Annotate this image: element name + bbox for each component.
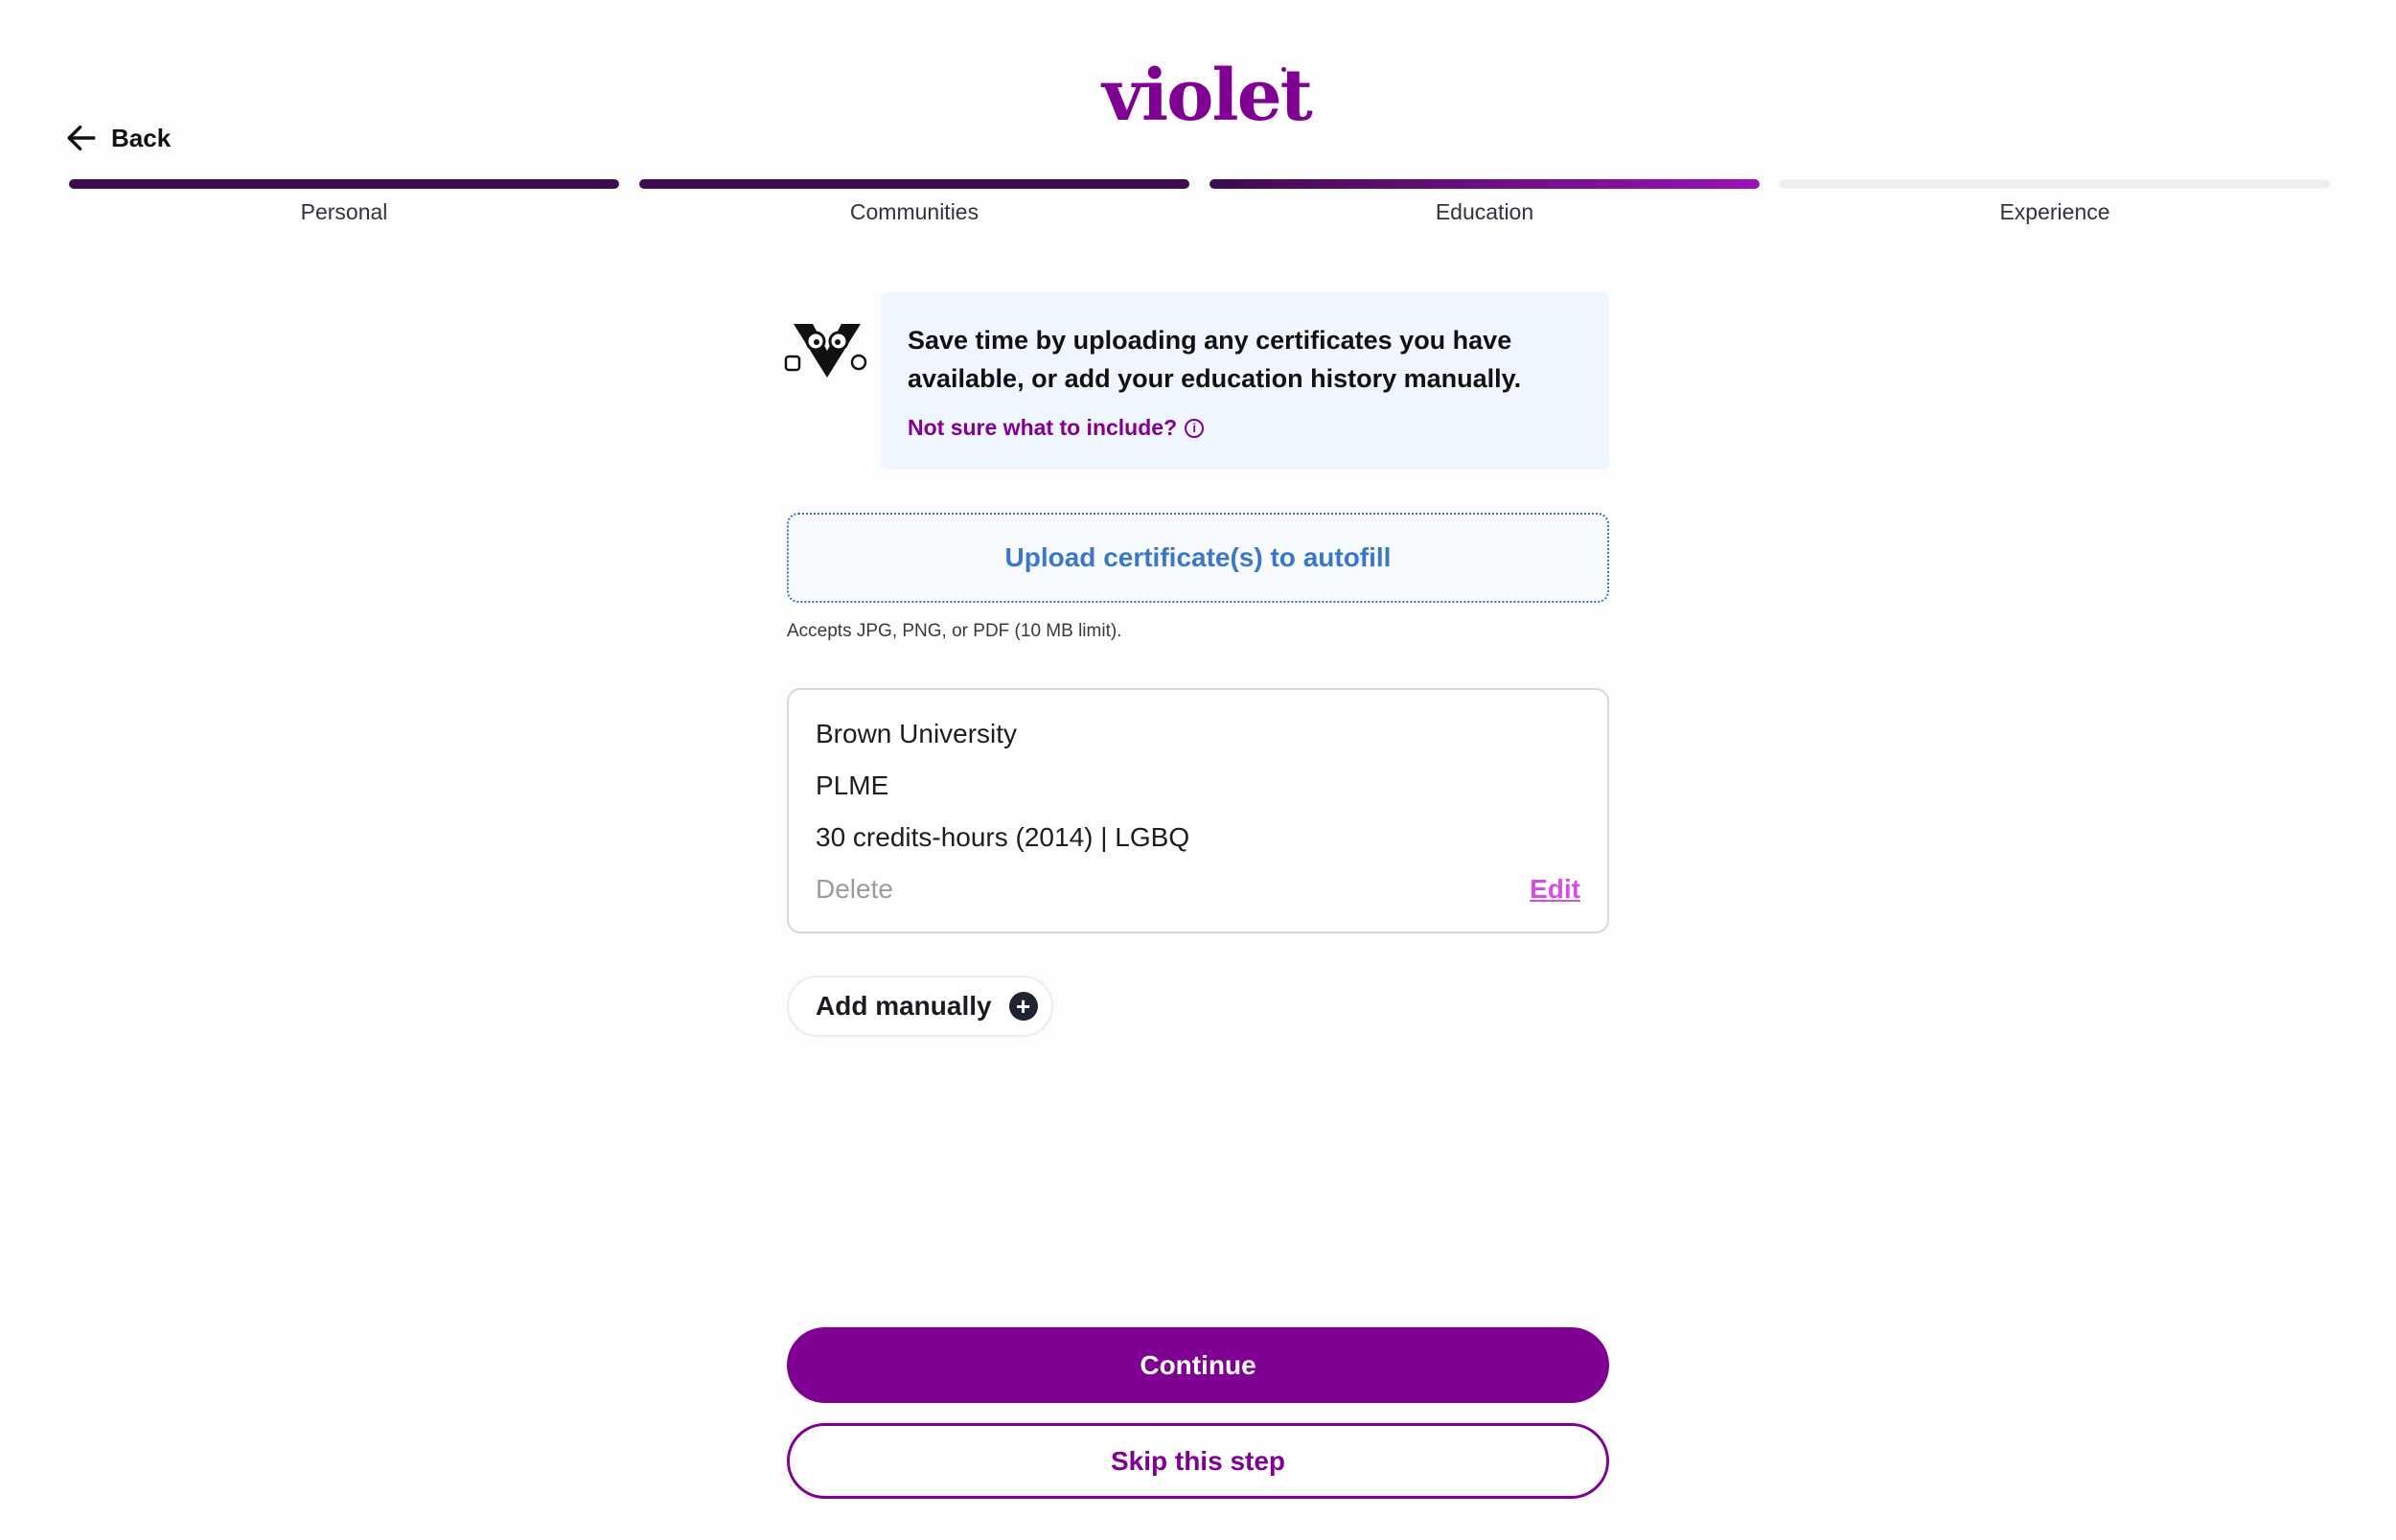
education-entry-card: Brown University PLME 30 credits-hours (… <box>787 688 1609 933</box>
logo-dot <box>1281 67 1286 72</box>
violet-logo: violet <box>1102 55 1313 137</box>
upload-hint: Accepts JPG, PNG, or PDF (10 MB limit). <box>787 621 1122 641</box>
skip-step-button[interactable]: Skip this step <box>787 1423 1609 1499</box>
back-label: Back <box>111 123 172 152</box>
info-circle-icon: i <box>1185 418 1205 438</box>
add-manually-button[interactable]: Add manually + <box>787 976 1053 1037</box>
step-label-personal: Personal <box>300 199 388 224</box>
back-button[interactable]: Back <box>65 119 171 157</box>
institution-name: Brown University <box>816 719 1018 748</box>
step-label-communities: Communities <box>849 199 979 224</box>
upload-certificate-button[interactable]: Upload certificate(s) to autofill <box>787 513 1609 603</box>
upload-tip-box: Save time by uploading any certificates … <box>881 292 1609 470</box>
program-name: PLME <box>816 770 889 800</box>
delete-button[interactable]: Delete <box>816 874 893 905</box>
progress-segment-experience <box>1780 179 2330 189</box>
step-label-experience: Experience <box>1999 199 2110 224</box>
upload-tip-text: Save time by uploading any certificates … <box>908 326 1522 393</box>
progress-segment-education <box>1210 179 1760 189</box>
step-label-education: Education <box>1435 199 1534 224</box>
education-details: 30 credits-hours (2014) | LGBQ <box>816 822 1190 852</box>
arrow-left-icon <box>67 125 96 151</box>
add-manually-label: Add manually <box>816 991 992 1021</box>
edit-button[interactable]: Edit <box>1530 874 1580 905</box>
plus-circle-icon: + <box>1008 992 1038 1021</box>
progress-segment-personal <box>69 179 619 189</box>
help-link-label: Not sure what to include? <box>908 415 1178 440</box>
mascot-icon <box>784 324 867 378</box>
progress-segment-communities <box>639 179 1189 189</box>
help-link[interactable]: Not sure what to include? i <box>908 415 1582 441</box>
upload-label: Upload certificate(s) to autofill <box>1004 542 1392 572</box>
skip-label: Skip this step <box>1110 1445 1286 1476</box>
continue-label: Continue <box>1140 1349 1256 1380</box>
continue-button[interactable]: Continue <box>787 1327 1609 1403</box>
